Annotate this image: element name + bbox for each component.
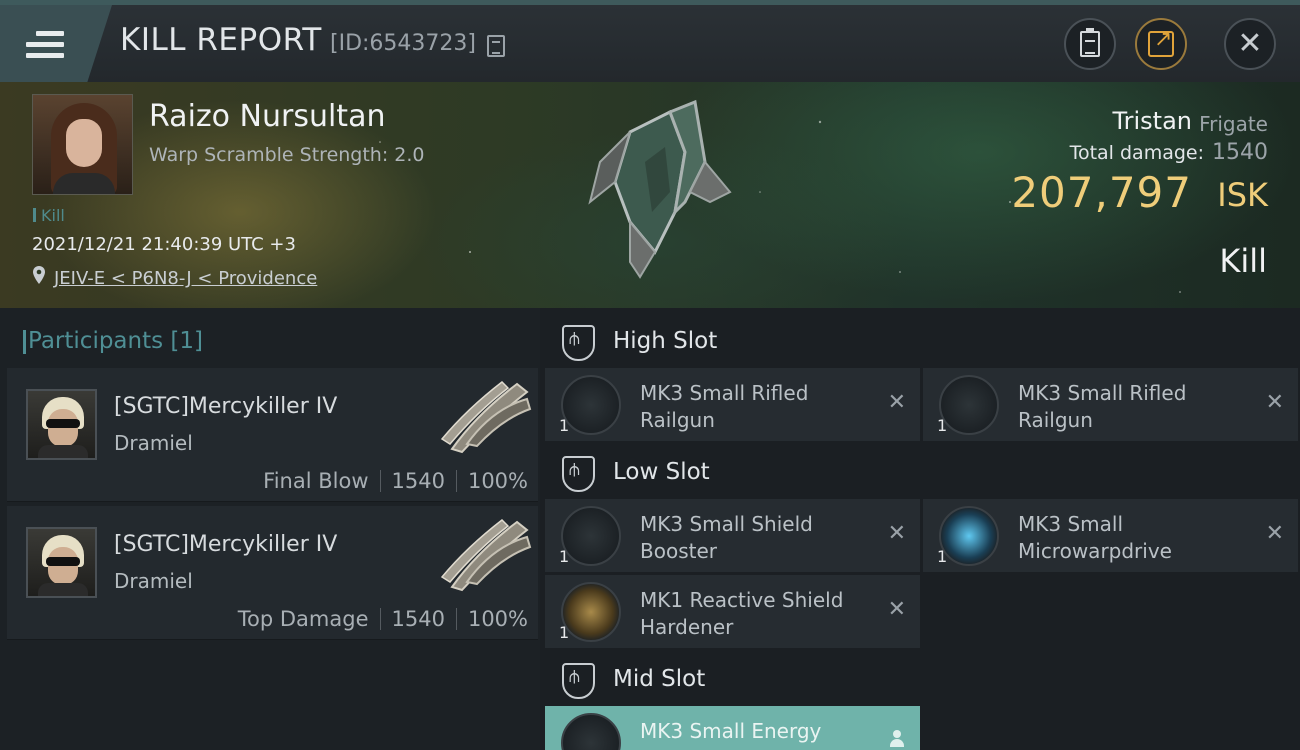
page-title: KILL REPORT: [120, 22, 322, 58]
participant-damage: 1540: [391, 469, 445, 493]
person-icon[interactable]: [890, 730, 904, 748]
share-button[interactable]: [1135, 18, 1187, 70]
module-name: MK3 Small Rifled Railgun: [1018, 381, 1187, 432]
map-pin-icon: [33, 266, 45, 284]
energy-module-icon: [561, 713, 621, 750]
participant-row[interactable]: [SGTC]Mercykiller IV Dramiel Top Damage …: [7, 506, 538, 640]
isk-unit: ISK: [1217, 176, 1268, 214]
victim-subtitle: Warp Scramble Strength: 2.0: [149, 144, 425, 166]
copy-icon[interactable]: [487, 35, 505, 57]
mid-slot-label: Mid Slot: [613, 666, 706, 692]
victim-portrait[interactable]: [32, 94, 133, 195]
module-quantity: 1: [559, 547, 570, 566]
module-name: MK3 Small Microwarpdrive: [1018, 512, 1172, 563]
participant-role: Final Blow: [263, 469, 369, 493]
slot-shield-icon: [562, 663, 595, 699]
participant-avatar[interactable]: [26, 527, 97, 598]
total-damage-label: Total damage:: [1069, 142, 1204, 164]
close-button[interactable]: ✕: [1224, 18, 1276, 70]
module-item[interactable]: 1 MK3 Small Microwarpdrive ✕: [923, 499, 1298, 572]
share-icon: [1148, 27, 1174, 57]
module-name: MK3 Small Shield Booster: [640, 512, 813, 563]
participant-ship: Dramiel: [114, 431, 193, 455]
close-x-icon[interactable]: ✕: [888, 390, 906, 415]
high-slot-label: High Slot: [613, 328, 718, 354]
participant-stats: Final Blow 1540 100%: [263, 469, 528, 493]
victim-ship-class: Frigate: [1199, 112, 1268, 136]
close-x-icon[interactable]: ✕: [888, 597, 906, 622]
module-item[interactable]: 1 MK3 Small Rifled Railgun ✕: [545, 368, 920, 441]
participants-title: Participants [1]: [23, 328, 203, 354]
close-icon: ✕: [1237, 26, 1263, 61]
shield-hardener-icon: [561, 582, 621, 642]
slot-shield-icon: [562, 325, 595, 361]
module-quantity: 1: [559, 623, 570, 642]
module-item[interactable]: 1 MK3 Small Rifled Railgun ✕: [923, 368, 1298, 441]
participant-percent: 100%: [467, 607, 528, 631]
shield-booster-icon: [561, 506, 621, 566]
kill-result: Kill: [1219, 242, 1267, 280]
kill-tag: Kill: [33, 206, 65, 225]
close-x-icon[interactable]: ✕: [1266, 390, 1284, 415]
report-id: [ID:6543723]: [330, 31, 476, 56]
participants-panel: Participants [1] [SGTC]Mercykiller IV Dr…: [0, 308, 540, 750]
slot-shield-icon: [562, 456, 595, 492]
isk-value: 207,797: [1011, 168, 1192, 217]
participant-damage: 1540: [391, 607, 445, 631]
module-item[interactable]: 1 MK1 Reactive Shield Hardener ✕: [545, 575, 920, 648]
participant-percent: 100%: [467, 469, 528, 493]
participant-avatar[interactable]: [26, 389, 97, 460]
module-name: MK3 Small Rifled Railgun: [640, 381, 809, 432]
participant-stats: Top Damage 1540 100%: [238, 607, 528, 631]
microwarpdrive-icon: [939, 506, 999, 566]
module-name: MK1 Reactive Shield Hardener: [640, 588, 844, 639]
clipboard-icon: [1080, 28, 1100, 57]
low-slot-label: Low Slot: [613, 459, 710, 485]
kill-timestamp: 2021/12/21 21:40:39 UTC +3: [32, 234, 296, 255]
victim-banner: Raizo Nursultan Warp Scramble Strength: …: [0, 82, 1300, 308]
participant-row[interactable]: [SGTC]Mercykiller IV Dramiel Final Blow …: [7, 368, 538, 502]
participant-ship: Dramiel: [114, 569, 193, 593]
railgun-icon: [561, 375, 621, 435]
participant-ship-image: [440, 519, 532, 592]
participant-role: Top Damage: [237, 607, 369, 631]
railgun-icon: [939, 375, 999, 435]
close-x-icon[interactable]: ✕: [1266, 521, 1284, 546]
module-name: MK3 Small Energy: [640, 719, 822, 743]
clipboard-button[interactable]: [1064, 18, 1116, 70]
victim-ship-image: [588, 99, 732, 279]
module-quantity: 1: [937, 416, 948, 435]
low-slot-header: Low Slot: [540, 449, 1300, 495]
module-quantity: 1: [559, 416, 570, 435]
hamburger-icon[interactable]: [26, 31, 64, 61]
participant-ship-image: [440, 381, 532, 454]
participant-name: [SGTC]Mercykiller IV: [114, 532, 338, 557]
location-link[interactable]: JEIV-E < P6N8-J < Providence: [54, 268, 317, 289]
module-item[interactable]: 1 MK3 Small Shield Booster ✕: [545, 499, 920, 572]
high-slot-header: High Slot: [540, 318, 1300, 364]
participant-name: [SGTC]Mercykiller IV: [114, 394, 338, 419]
total-damage-value: 1540: [1212, 140, 1268, 165]
fitting-slots-panel: High Slot 1 MK3 Small RifledRailgun ✕ 1 …: [540, 308, 1300, 750]
victim-ship-name[interactable]: Tristan: [1113, 107, 1193, 135]
mid-slot-header: Mid Slot: [540, 656, 1300, 702]
module-quantity: 1: [937, 547, 948, 566]
close-x-icon[interactable]: ✕: [888, 521, 906, 546]
module-item-highlighted[interactable]: MK3 Small Energy: [545, 706, 920, 750]
victim-name[interactable]: Raizo Nursultan: [149, 99, 385, 134]
